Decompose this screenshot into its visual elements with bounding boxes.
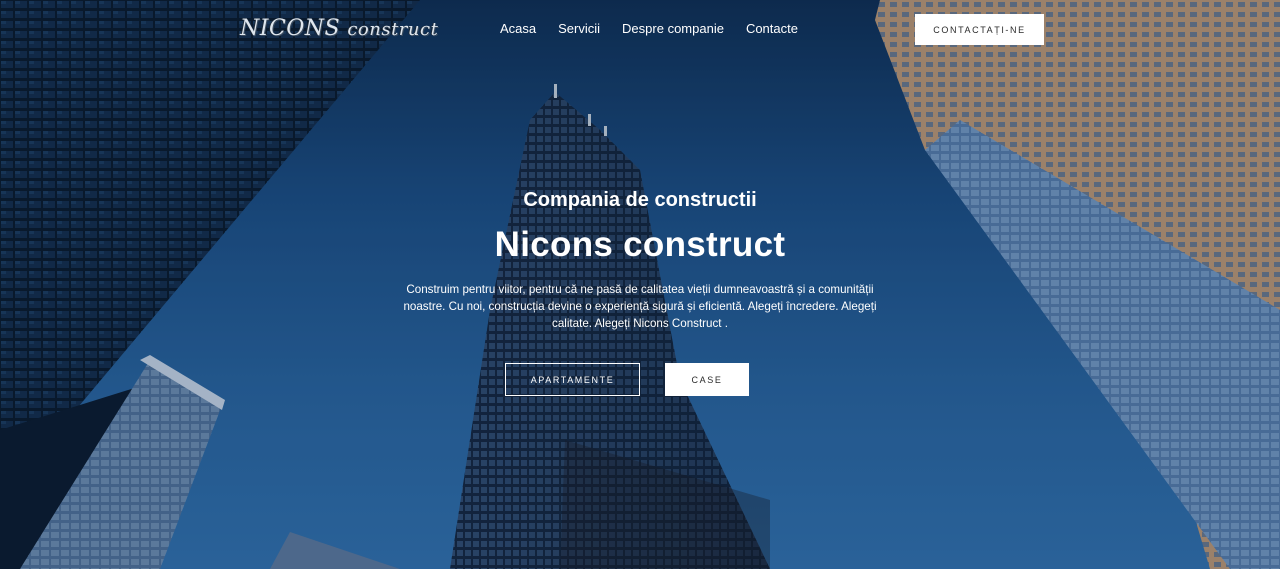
- apartments-button[interactable]: APARTAMENTE: [505, 363, 640, 396]
- hero-subtitle: Compania de constructii: [523, 189, 757, 211]
- nav-link-acasa[interactable]: Acasa: [500, 21, 536, 36]
- hero-title: Nicons construct: [494, 225, 786, 264]
- contact-us-button[interactable]: CONTACTAȚI-NE: [915, 14, 1044, 45]
- nav-link-servicii[interactable]: Servicii: [558, 21, 600, 36]
- logo-sub-text: construct: [347, 19, 439, 40]
- nav-link-despre-companie[interactable]: Despre companie: [622, 21, 724, 36]
- houses-button[interactable]: CASE: [665, 363, 749, 396]
- hero-description: Construim pentru viitor, pentru că ne pa…: [403, 283, 877, 330]
- main-navigation: Acasa Servicii Despre companie Contacte: [500, 21, 798, 36]
- nav-link-contacte[interactable]: Contacte: [746, 21, 798, 36]
- logo-main-text: NICONS: [240, 16, 341, 41]
- site-logo[interactable]: NICONS construct: [240, 16, 438, 41]
